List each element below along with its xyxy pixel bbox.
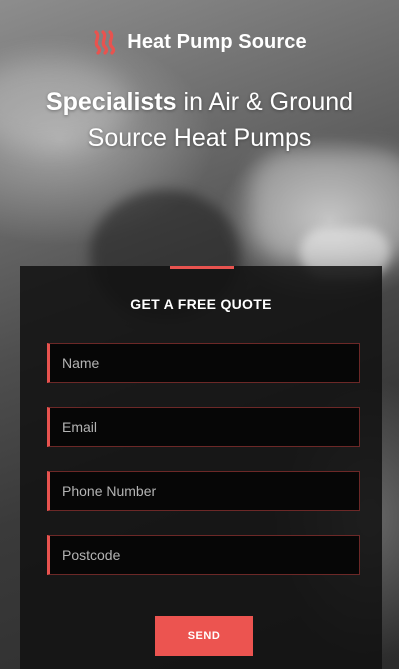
brand-name: Heat Pump Source xyxy=(127,30,307,53)
form-title: GET A FREE QUOTE xyxy=(130,296,272,312)
postcode-field[interactable] xyxy=(47,535,360,575)
phone-number-field[interactable] xyxy=(47,471,360,511)
heat-waves-icon xyxy=(94,30,116,55)
hero-title-bold: Specialists xyxy=(45,88,177,116)
panel-accent-bar xyxy=(170,266,234,269)
hero-title-line1: Specialists in Air & Ground xyxy=(0,84,399,120)
brand-logo[interactable]: Heat Pump Source xyxy=(0,29,399,55)
hero-title-rest: in Air & Ground xyxy=(176,88,354,116)
send-button[interactable]: SEND xyxy=(155,616,253,656)
email-field[interactable] xyxy=(47,407,360,447)
name-field[interactable] xyxy=(47,343,360,383)
hero-title-line2: Source Heat Pumps xyxy=(87,124,312,152)
background-photo-highlight xyxy=(250,150,399,260)
quote-form: GET A FREE QUOTE SEND xyxy=(20,266,382,669)
landing-screen: Heat Pump Source Specialists in Air & Gr… xyxy=(0,0,399,669)
hero-title: Specialists in Air & Ground Source Heat … xyxy=(0,84,399,156)
